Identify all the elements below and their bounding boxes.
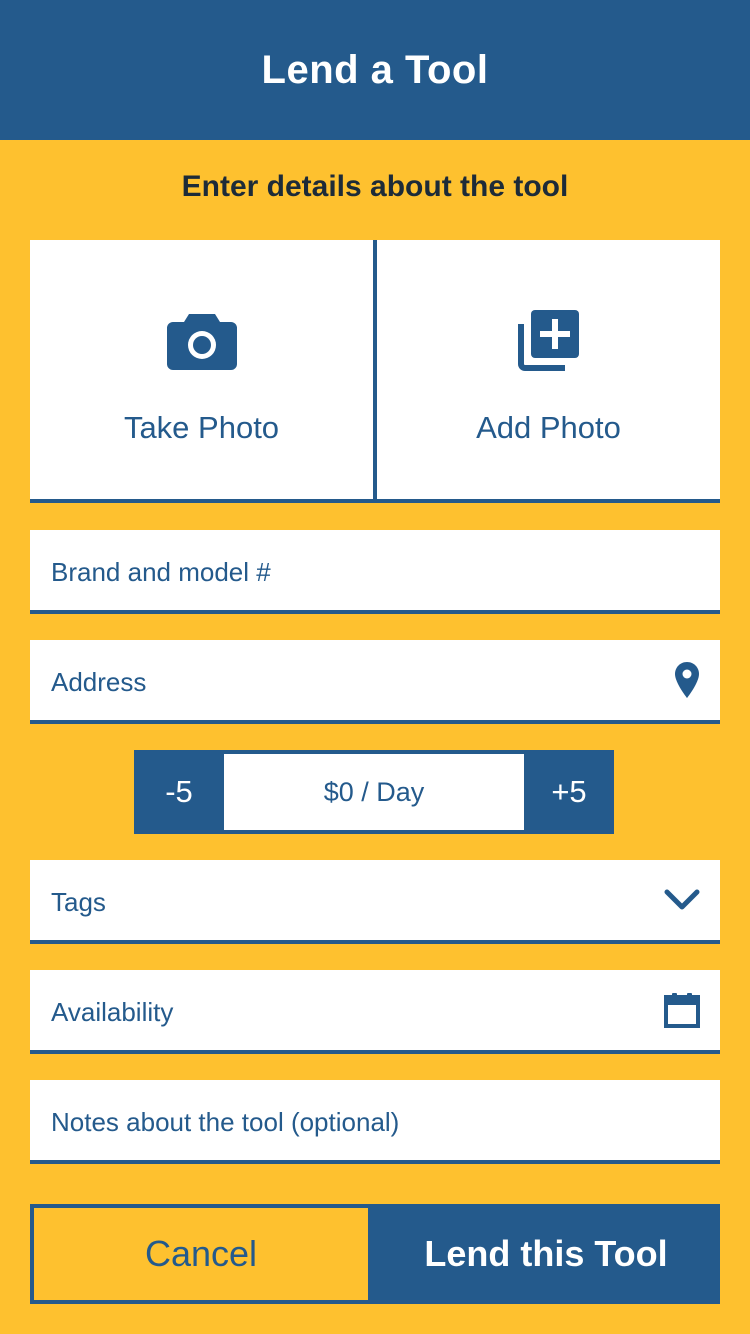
brand-model-placeholder: Brand and model # bbox=[51, 556, 271, 587]
availability-field[interactable]: Availability bbox=[30, 970, 720, 1054]
price-stepper: -5 $0 / Day +5 bbox=[134, 750, 614, 834]
app-header: Lend a Tool bbox=[0, 0, 750, 140]
cancel-button[interactable]: Cancel bbox=[30, 1204, 372, 1304]
lend-tool-button[interactable]: Lend this Tool bbox=[372, 1204, 720, 1304]
notes-placeholder: Notes about the tool (optional) bbox=[51, 1106, 400, 1137]
decrement-price-button[interactable]: -5 bbox=[134, 750, 224, 834]
photo-options: Take Photo Add Photo bbox=[30, 240, 720, 503]
chevron-down-icon bbox=[664, 889, 700, 911]
add-photo-icon bbox=[517, 308, 581, 372]
take-photo-label: Take Photo bbox=[123, 410, 280, 445]
calendar-icon[interactable] bbox=[664, 992, 700, 1028]
notes-field[interactable]: Notes about the tool (optional) bbox=[30, 1080, 720, 1164]
add-photo-button[interactable]: Add Photo bbox=[377, 240, 720, 499]
increment-price-button[interactable]: +5 bbox=[524, 750, 614, 834]
location-pin-icon[interactable] bbox=[674, 661, 700, 699]
brand-model-field[interactable]: Brand and model # bbox=[30, 530, 720, 614]
form-actions: Cancel Lend this Tool bbox=[30, 1204, 720, 1304]
tags-dropdown[interactable]: Tags bbox=[30, 860, 720, 944]
address-placeholder: Address bbox=[51, 666, 147, 697]
availability-placeholder: Availability bbox=[51, 996, 174, 1027]
take-photo-button[interactable]: Take Photo bbox=[30, 240, 377, 499]
add-photo-label: Add Photo bbox=[476, 410, 621, 445]
address-field[interactable]: Address bbox=[30, 640, 720, 724]
price-value: $0 / Day bbox=[224, 750, 524, 834]
camera-icon bbox=[166, 308, 237, 372]
tags-placeholder: Tags bbox=[51, 886, 106, 917]
page-title: Lend a Tool bbox=[261, 47, 489, 92]
form-subtitle: Enter details about the tool bbox=[181, 170, 569, 203]
